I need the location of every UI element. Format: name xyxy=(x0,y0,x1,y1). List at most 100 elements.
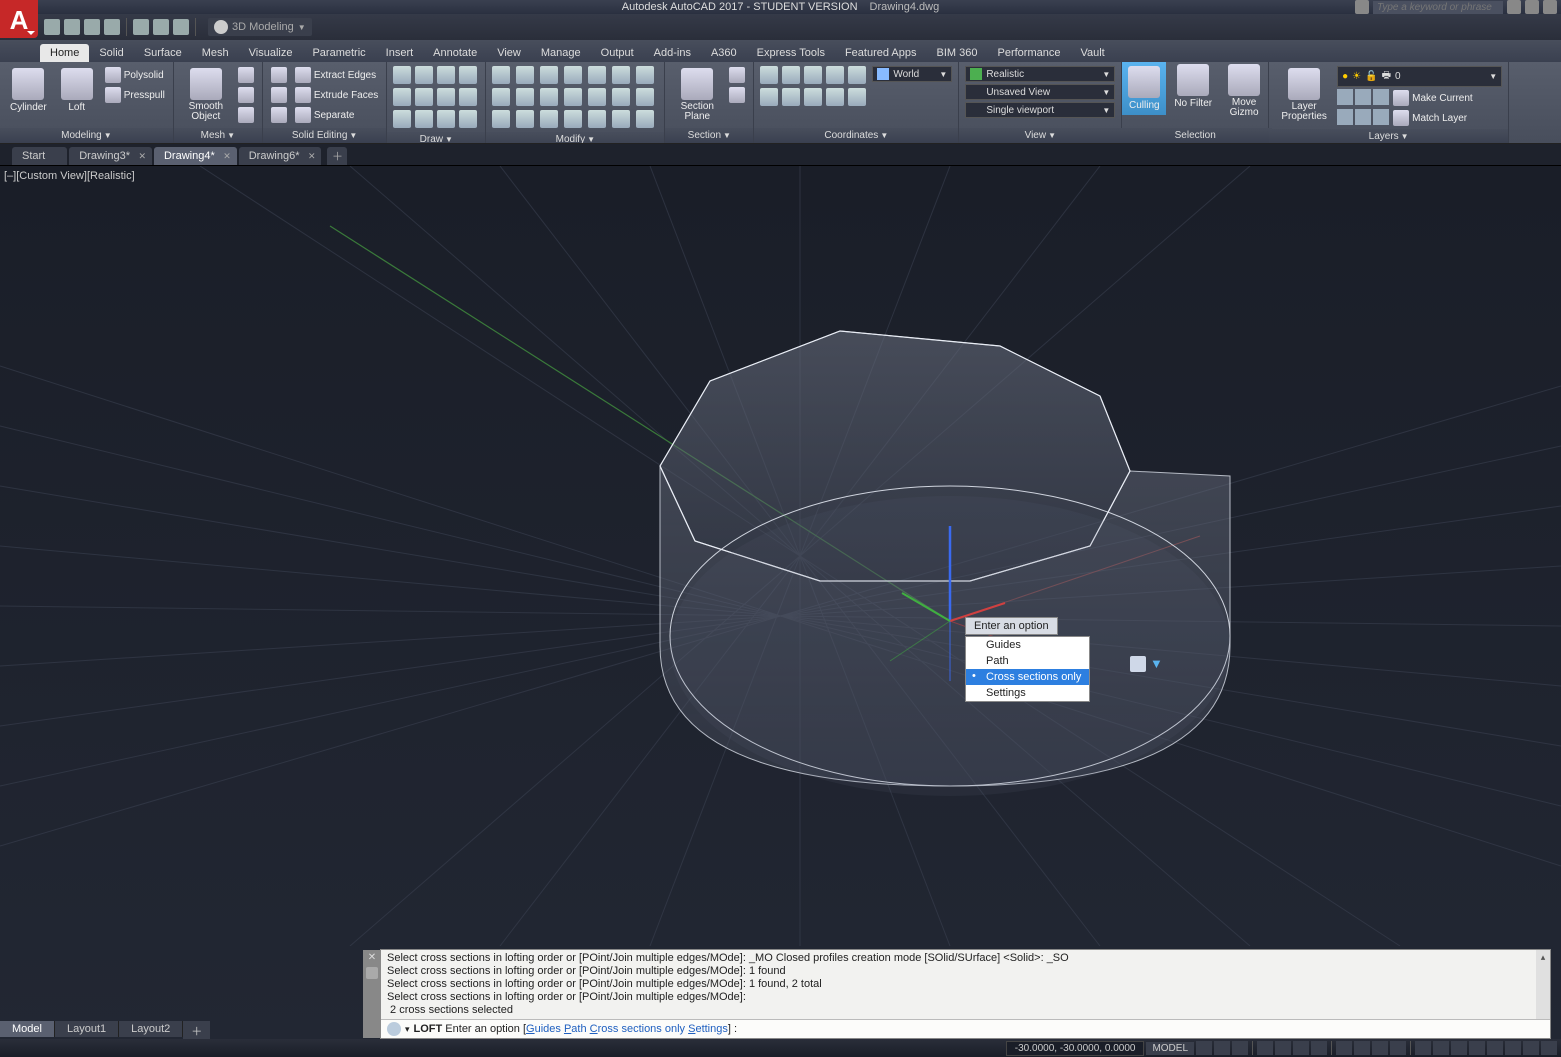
extrude-faces-button[interactable]: Extrude Faces xyxy=(293,86,380,104)
layout-tab-layout2[interactable]: Layout2 xyxy=(119,1021,183,1037)
coordinates-readout[interactable]: -30.0000, -30.0000, 0.0000 xyxy=(1006,1041,1145,1056)
ribbon-tab-home[interactable]: Home xyxy=(40,44,89,62)
presspull-button[interactable]: Presspull xyxy=(103,86,167,104)
no-filter-button[interactable]: No Filter xyxy=(1170,62,1216,111)
make-current-button[interactable]: Make Current xyxy=(1391,89,1475,107)
tool-icon[interactable] xyxy=(415,110,433,128)
tool-icon[interactable] xyxy=(459,88,477,106)
panel-solidedit-label[interactable]: Solid Editing▼ xyxy=(263,128,386,143)
tool-icon[interactable] xyxy=(612,66,630,84)
close-tab-icon[interactable]: ✕ xyxy=(308,151,316,162)
add-layout-button[interactable]: ＋ xyxy=(183,1021,210,1041)
match-layer-button[interactable]: Match Layer xyxy=(1391,109,1469,127)
ribbon-tab-solid[interactable]: Solid xyxy=(89,44,133,62)
quick-properties-icon[interactable] xyxy=(1469,1041,1485,1055)
ribbon-tab-add-ins[interactable]: Add-ins xyxy=(644,44,701,62)
close-tab-icon[interactable]: ✕ xyxy=(138,151,146,162)
tool-icon[interactable] xyxy=(393,66,411,84)
option-settings[interactable]: Settings xyxy=(966,685,1089,701)
tool-icon[interactable] xyxy=(612,88,630,106)
ribbon-tab-view[interactable]: View xyxy=(487,44,531,62)
tool-icon[interactable] xyxy=(516,66,534,84)
panel-view-label[interactable]: View▼ xyxy=(959,128,1121,143)
move-gizmo-button[interactable]: Move Gizmo xyxy=(1220,62,1268,120)
annotation-monitor-icon[interactable] xyxy=(1433,1041,1449,1055)
smooth-object-button[interactable]: Smooth Object xyxy=(180,66,232,124)
ribbon-tab-annotate[interactable]: Annotate xyxy=(423,44,487,62)
tool-icon[interactable] xyxy=(437,66,455,84)
tool-icon[interactable] xyxy=(459,66,477,84)
loft-button[interactable]: Loft xyxy=(55,66,99,115)
annotation-scale-icon[interactable] xyxy=(1390,1041,1406,1055)
ribbon-tab-output[interactable]: Output xyxy=(591,44,644,62)
close-icon[interactable]: ✕ xyxy=(368,952,376,963)
cylinder-button[interactable]: Cylinder xyxy=(6,66,51,115)
ribbon-tab-performance[interactable]: Performance xyxy=(987,44,1070,62)
visual-style-dropdown[interactable]: Realistic▼ xyxy=(965,66,1115,82)
workspace-switch-icon[interactable] xyxy=(1415,1041,1431,1055)
option-path[interactable]: Path xyxy=(966,653,1089,669)
saveas-icon[interactable] xyxy=(104,19,120,35)
tool-icon[interactable] xyxy=(516,88,534,106)
tool-icon[interactable] xyxy=(492,110,510,128)
tool-icon[interactable] xyxy=(782,66,800,84)
customize-icon[interactable] xyxy=(1541,1041,1557,1055)
tool-icon[interactable] xyxy=(540,88,558,106)
tool-icon[interactable] xyxy=(540,110,558,128)
culling-button[interactable]: Culling xyxy=(1122,62,1166,115)
close-tab-icon[interactable]: ✕ xyxy=(223,151,231,162)
hardware-accel-icon[interactable] xyxy=(1487,1041,1503,1055)
tool-icon[interactable] xyxy=(848,88,866,106)
viewport[interactable]: [–][Custom View][Realistic] xyxy=(0,166,1561,1039)
layout-tab-model[interactable]: Model xyxy=(0,1021,55,1037)
tool-icon[interactable] xyxy=(636,110,654,128)
polysolid-button[interactable]: Polysolid xyxy=(103,66,167,84)
lineweight-toggle-icon[interactable] xyxy=(1336,1041,1352,1055)
tool-icon[interactable] xyxy=(804,66,822,84)
ribbon-tab-manage[interactable]: Manage xyxy=(531,44,591,62)
tool-icon[interactable] xyxy=(437,110,455,128)
tool-icon[interactable] xyxy=(782,88,800,106)
panel-modeling-label[interactable]: Modeling▼ xyxy=(0,128,173,143)
save-icon[interactable] xyxy=(84,19,100,35)
section-tool-2[interactable] xyxy=(727,86,747,104)
tool-icon[interactable] xyxy=(848,66,866,84)
document-tab[interactable]: Start xyxy=(12,147,67,165)
ribbon-tab-featured-apps[interactable]: Featured Apps xyxy=(835,44,927,62)
3dosnap-toggle-icon[interactable] xyxy=(1293,1041,1309,1055)
tool-icon[interactable] xyxy=(826,88,844,106)
model-space-button[interactable]: MODEL xyxy=(1146,1042,1194,1055)
infocenter-icon[interactable] xyxy=(1355,0,1369,14)
dropdown-arrow-icon[interactable]: ▼ xyxy=(1150,656,1163,672)
tool-icon[interactable] xyxy=(636,88,654,106)
mesh-tool-1[interactable] xyxy=(236,66,256,84)
section-tool-1[interactable] xyxy=(727,66,747,84)
ortho-toggle-icon[interactable] xyxy=(1232,1041,1248,1055)
layer-tool[interactable] xyxy=(1337,89,1353,105)
panel-coords-label[interactable]: Coordinates▼ xyxy=(754,128,958,143)
tool-icon[interactable] xyxy=(760,66,778,84)
union-button[interactable] xyxy=(269,66,289,84)
osnap-toggle-icon[interactable] xyxy=(1275,1041,1291,1055)
help-icon[interactable] xyxy=(1543,0,1557,14)
ribbon-tab-visualize[interactable]: Visualize xyxy=(239,44,303,62)
transparency-toggle-icon[interactable] xyxy=(1354,1041,1370,1055)
viewcube-icon[interactable] xyxy=(1130,656,1146,672)
signin-icon[interactable] xyxy=(1507,0,1521,14)
undo-icon[interactable] xyxy=(153,19,169,35)
tool-icon[interactable] xyxy=(760,88,778,106)
units-icon[interactable] xyxy=(1451,1041,1467,1055)
layer-properties-button[interactable]: Layer Properties xyxy=(1275,66,1333,124)
ribbon-tab-mesh[interactable]: Mesh xyxy=(192,44,239,62)
mesh-tool-3[interactable] xyxy=(236,106,256,124)
ribbon-tab-bim-360[interactable]: BIM 360 xyxy=(927,44,988,62)
view-dropdown[interactable]: Unsaved View▼ xyxy=(965,84,1115,100)
keyword-search-input[interactable] xyxy=(1373,1,1503,14)
section-plane-button[interactable]: Section Plane xyxy=(671,66,723,124)
command-scrollbar[interactable]: ▴ xyxy=(1536,950,1550,1020)
tool-icon[interactable] xyxy=(415,66,433,84)
ribbon-tab-parametric[interactable]: Parametric xyxy=(302,44,375,62)
panel-mesh-label[interactable]: Mesh▼ xyxy=(174,128,262,143)
panel-section-label[interactable]: Section▼ xyxy=(665,128,753,143)
layer-dropdown[interactable]: ●☀🔓🖶0▼ xyxy=(1337,66,1502,87)
